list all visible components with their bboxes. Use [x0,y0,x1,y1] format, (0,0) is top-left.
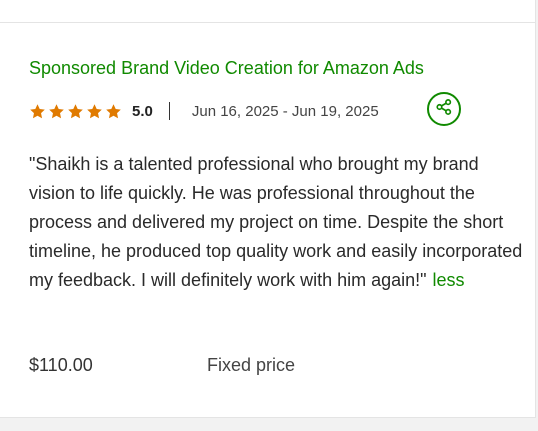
star-icon [67,103,84,120]
share-icon [435,98,453,121]
star-icon [48,103,65,120]
review-card: Sponsored Brand Video Creation for Amazo… [0,0,536,418]
share-button[interactable] [427,92,461,126]
star-icon [29,103,46,120]
date-range: Jun 16, 2025 - Jun 19, 2025 [191,102,379,120]
star-icon [105,103,122,120]
rating-row: 5.0 Jun 16, 2025 - Jun 19, 2025 [29,96,379,126]
rating-value: 5.0 [132,102,153,120]
job-title-link[interactable]: Sponsored Brand Video Creation for Amazo… [29,56,424,80]
star-icon [86,103,103,120]
less-link[interactable]: less [433,270,465,290]
star-rating [29,103,124,120]
divider [0,22,536,23]
separator [168,102,170,120]
price-type: Fixed price [207,355,296,375]
price: $110.00 [29,355,93,375]
review-feedback: "Shaikh is a talented professional who b… [29,150,529,295]
